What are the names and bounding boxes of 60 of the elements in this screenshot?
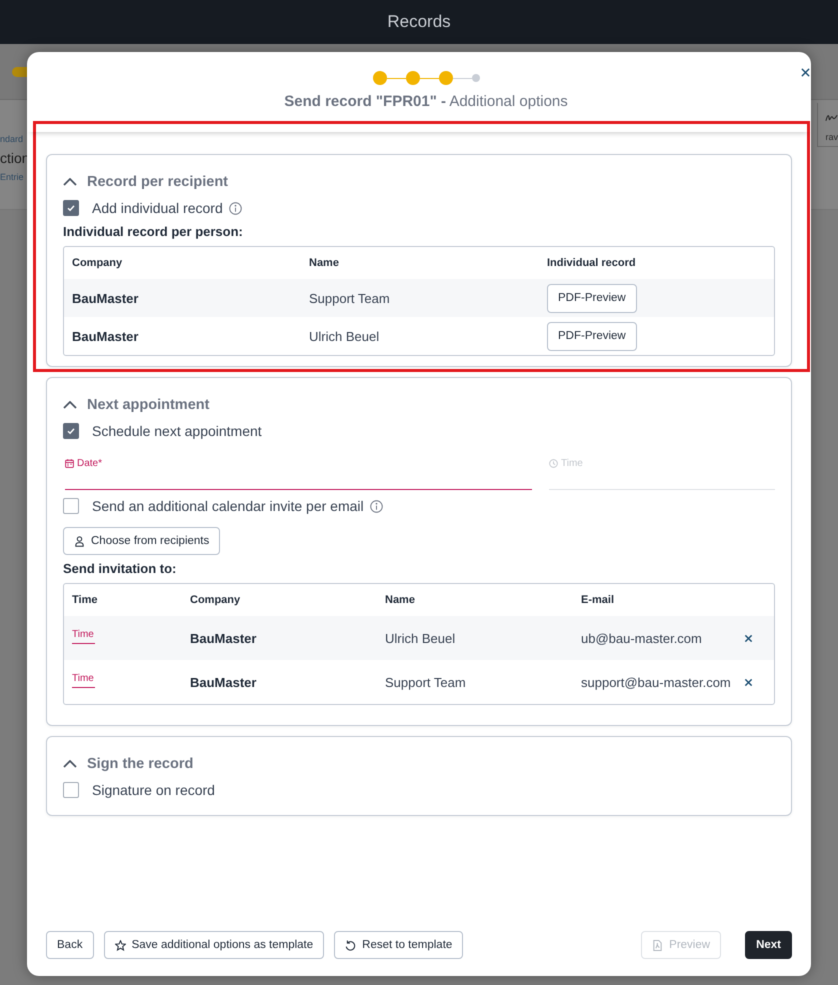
next-button[interactable]: Next xyxy=(745,931,792,959)
column-header: Company xyxy=(71,256,124,271)
star-icon xyxy=(114,940,126,950)
pdf-file-icon xyxy=(652,940,664,950)
info-icon[interactable] xyxy=(370,500,383,512)
table-cell: Ulrich Beuel xyxy=(309,328,380,344)
person-icon xyxy=(74,536,85,546)
dialog-title: Send record "FPR01" - Additional options xyxy=(284,92,568,112)
time-input[interactable]: Time xyxy=(72,673,95,688)
checkbox[interactable] xyxy=(63,782,79,798)
column-header: Company xyxy=(189,593,242,608)
signature-icon xyxy=(825,113,838,123)
pdf-preview-button[interactable]: PDF-Preview xyxy=(547,322,637,350)
column-header: Name xyxy=(384,593,416,608)
chevron-up-icon[interactable] xyxy=(63,178,77,186)
back-button[interactable]: Back xyxy=(46,931,94,959)
reset-button[interactable]: Reset to template xyxy=(334,931,464,959)
info-icon[interactable] xyxy=(228,202,242,214)
checkbox-label[interactable]: Signature on record xyxy=(92,782,215,798)
chevron-up-icon[interactable] xyxy=(63,401,77,409)
section-title[interactable]: Sign the record xyxy=(87,756,194,772)
company-cell: BauMaster xyxy=(72,290,138,306)
checkbox-label[interactable]: Add individual record xyxy=(92,200,223,216)
pdf-preview-button[interactable]: PDF-Preview xyxy=(547,284,637,312)
table-cell: Support Team xyxy=(309,290,390,306)
remove-icon[interactable] xyxy=(744,678,753,686)
company-cell: BauMaster xyxy=(190,630,256,646)
checkbox-label[interactable]: Schedule next appointment xyxy=(92,423,262,439)
company-cell: BauMaster xyxy=(190,674,256,690)
background-text: rav xyxy=(825,131,838,143)
table-cell: ub@bau-master.com xyxy=(581,630,702,646)
table-cell: Ulrich Beuel xyxy=(385,630,456,646)
background-text: Entrie xyxy=(0,171,25,183)
column-header: Time xyxy=(71,593,98,608)
column-header: Name xyxy=(308,256,340,271)
time-input[interactable]: Time xyxy=(72,629,95,644)
column-header: E-mail xyxy=(580,593,616,608)
subheading: Individual record per person: xyxy=(63,224,243,240)
table-cell: Support Team xyxy=(385,674,466,690)
checkbox[interactable] xyxy=(63,423,79,439)
undo-icon xyxy=(345,940,356,950)
chevron-up-icon[interactable] xyxy=(63,760,77,768)
remove-icon[interactable] xyxy=(744,634,753,642)
table-cell: support@bau-master.com xyxy=(581,674,731,690)
company-cell: BauMaster xyxy=(72,328,138,344)
save-template-button[interactable]: Save additional options as template xyxy=(104,931,324,959)
subheading: Send invitation to: xyxy=(63,561,176,577)
close-icon[interactable] xyxy=(801,68,810,77)
column-header: Individual record xyxy=(546,256,637,271)
checkbox[interactable] xyxy=(63,200,79,216)
clock-icon xyxy=(549,458,558,468)
date-field[interactable]: Date* xyxy=(65,453,532,490)
checkbox-label[interactable]: Send an additional calendar invite per email xyxy=(92,498,364,514)
checkbox[interactable] xyxy=(63,498,79,514)
page-title: Records xyxy=(387,12,451,32)
background-text: ndard xyxy=(0,133,24,145)
calendar-icon xyxy=(65,458,74,468)
section-title[interactable]: Record per recipient xyxy=(87,174,228,190)
section-title[interactable]: Next appointment xyxy=(87,397,210,413)
choose-recipients-button[interactable]: Choose from recipients xyxy=(63,527,220,555)
